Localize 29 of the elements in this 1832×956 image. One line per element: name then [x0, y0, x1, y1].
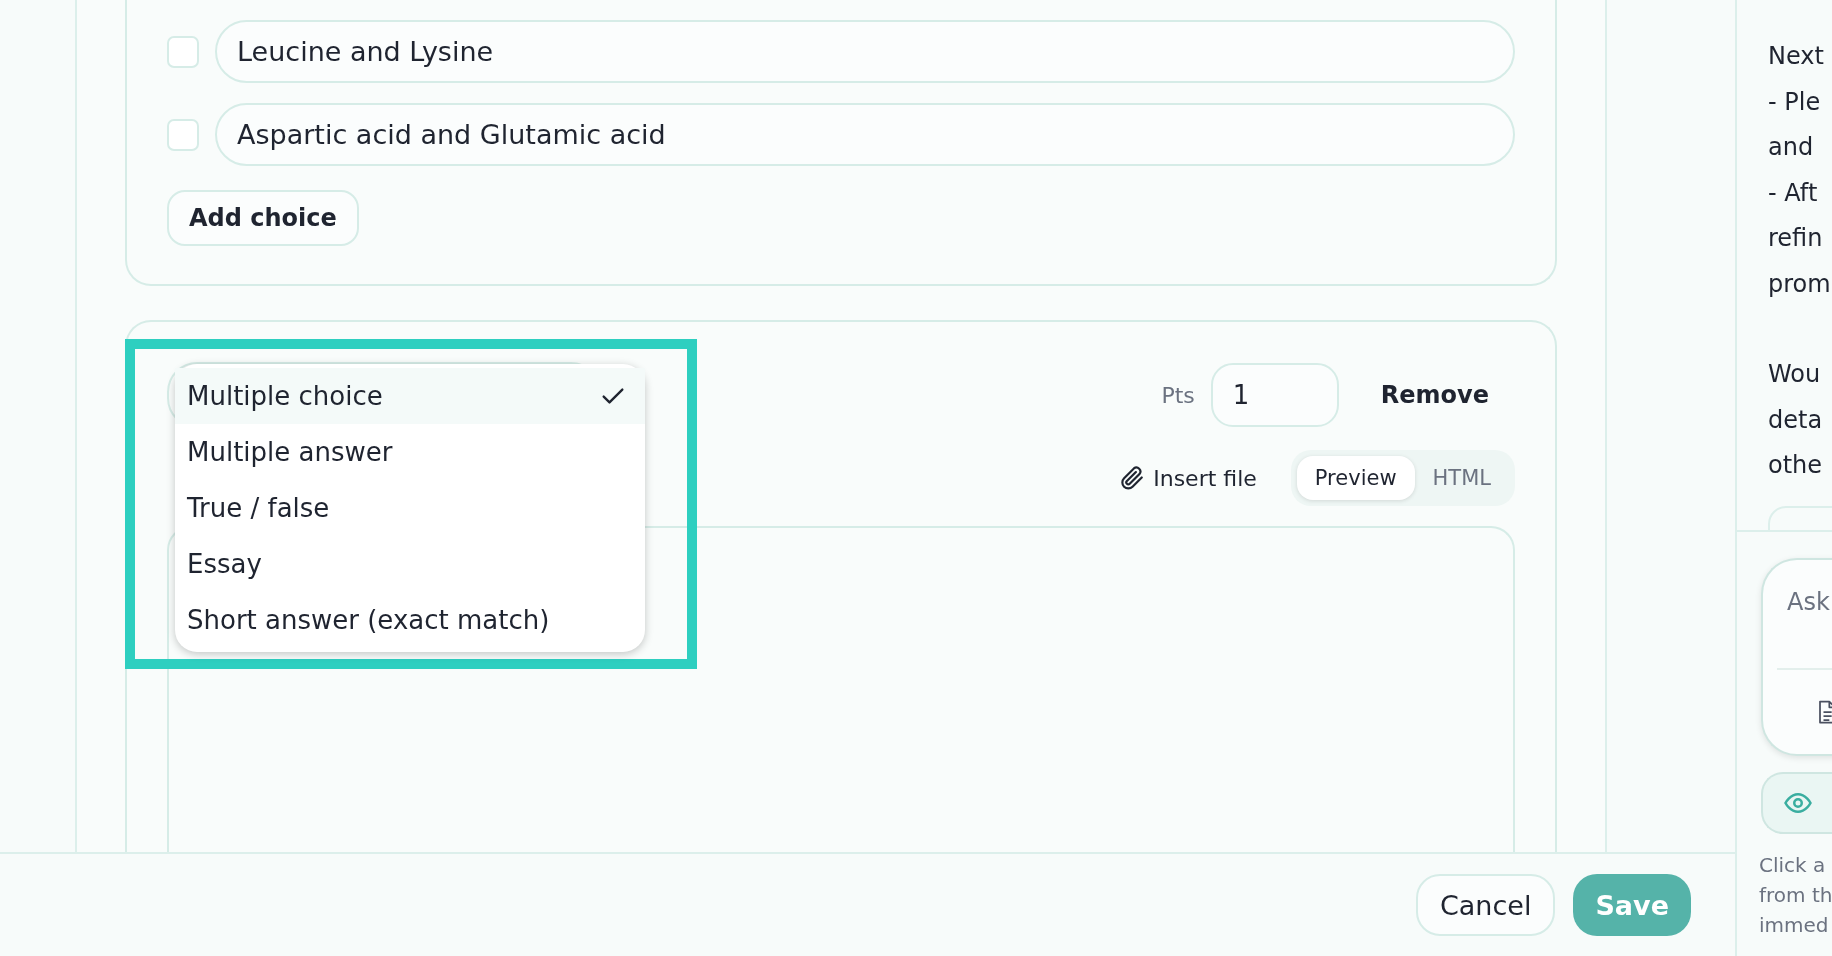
chat-composer[interactable]: Ask — [1761, 558, 1832, 756]
menu-item[interactable]: Multiple answer — [175, 424, 645, 480]
message-line: - Aft — [1768, 177, 1819, 209]
hint-line: immed — [1759, 912, 1830, 939]
add-choice-button[interactable]: Add choice — [167, 190, 359, 246]
cancel-button[interactable]: Cancel — [1415, 874, 1556, 936]
hint-line: Click a — [1759, 852, 1827, 879]
menu-item[interactable]: Essay — [175, 536, 645, 592]
view-tab[interactable]: HTML — [1414, 456, 1509, 500]
message-line: deta — [1768, 404, 1824, 436]
remove-button[interactable]: Remove — [1374, 380, 1495, 410]
message-line: Wou — [1768, 359, 1822, 390]
message-line: prom — [1768, 268, 1832, 300]
points-field[interactable]: 1 — [1210, 363, 1339, 427]
menu-item[interactable]: Multiple choice — [175, 368, 645, 424]
insert-file-button[interactable]: Insert file — [1113, 464, 1263, 492]
menu-item[interactable]: True / false — [175, 480, 645, 536]
hint-line: from th — [1759, 882, 1832, 909]
message-line: and — [1768, 132, 1815, 163]
message-line: refin — [1768, 223, 1824, 254]
message-line: Next — [1768, 41, 1825, 72]
choice-field[interactable]: Leucine and Lysine — [215, 20, 1515, 83]
message-line: othe — [1768, 450, 1824, 481]
menu-item[interactable]: Short answer (exact match) — [175, 592, 645, 648]
chat-input[interactable]: Ask — [1763, 560, 1832, 668]
view-tab[interactable]: Preview — [1296, 456, 1415, 500]
points-label: Pts — [1161, 382, 1195, 408]
choice-field[interactable]: Aspartic acid and Glutamic acid — [215, 103, 1515, 166]
message-line: - Ple — [1768, 86, 1822, 118]
